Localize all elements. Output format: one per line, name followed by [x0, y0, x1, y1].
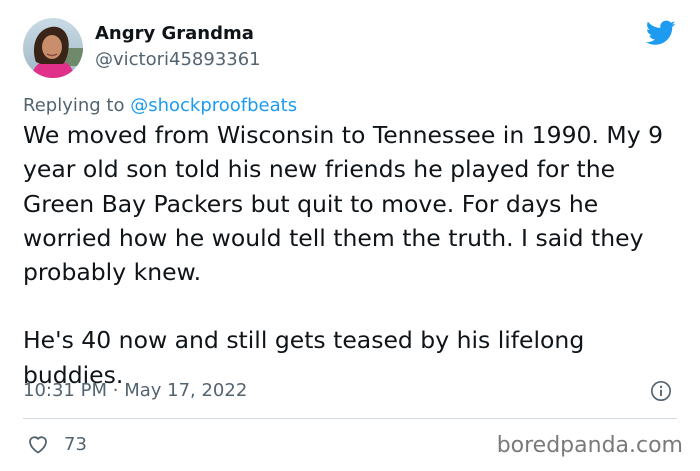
heart-icon	[29, 436, 47, 454]
tweet-time: 10:31 PM	[23, 380, 107, 401]
reply-prefix: Replying to	[23, 95, 125, 116]
divider	[23, 418, 677, 419]
reply-to-handle-link[interactable]: @shockproofbeats	[130, 95, 297, 116]
tweet-paragraph: We moved from Wisconsin to Tennessee in …	[23, 121, 664, 287]
watermark: boredpanda.com	[496, 433, 683, 458]
author-display-name[interactable]: Angry Grandma	[95, 23, 254, 44]
author-handle[interactable]: @victori45893361	[95, 49, 261, 70]
info-icon[interactable]	[650, 380, 672, 402]
avatar[interactable]	[23, 18, 83, 78]
tweet-text: We moved from Wisconsin to Tennessee in …	[23, 118, 673, 392]
avatar-photo	[23, 18, 83, 78]
like-button[interactable]: 73	[26, 432, 87, 456]
like-count: 73	[64, 433, 87, 455]
tweet-timestamp[interactable]: 10:31 PM · May 17, 2022	[23, 380, 247, 401]
tweet-date: May 17, 2022	[124, 380, 248, 401]
meta-separator: ·	[112, 380, 119, 401]
reply-context: Replying to @shockproofbeats	[23, 95, 297, 116]
twitter-bird-icon[interactable]	[646, 20, 676, 46]
